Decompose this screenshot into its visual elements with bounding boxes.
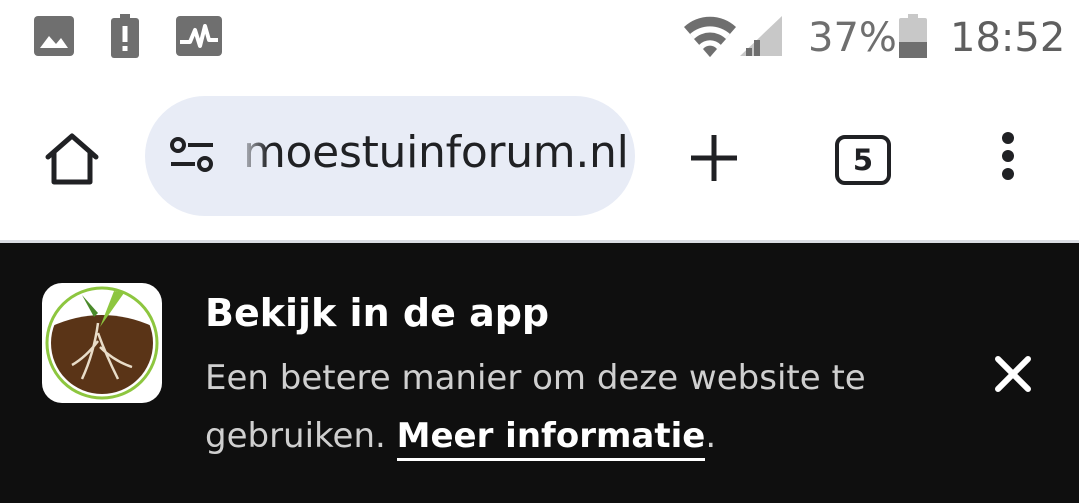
- menu-icon: [1002, 132, 1014, 180]
- status-bar: 37% 18:52: [0, 0, 1079, 78]
- cell-signal-icon: [740, 16, 782, 56]
- banner-title: Bekijk in de app: [205, 291, 550, 335]
- wifi-icon: [684, 16, 736, 57]
- close-icon: [995, 356, 1031, 392]
- open-in-app-banner: Bekijk in de app Een betere manier om de…: [0, 243, 1079, 503]
- clock: 18:52: [950, 15, 1066, 61]
- new-tab-icon: [691, 135, 737, 181]
- menu-button[interactable]: [990, 128, 1026, 184]
- more-info-link[interactable]: Meer informatie: [396, 416, 706, 461]
- address-bar[interactable]: moestuinforum.nl: [145, 96, 635, 216]
- battery-alert-icon: [111, 14, 139, 58]
- new-tab-button[interactable]: [686, 130, 742, 186]
- browser-toolbar: moestuinforum.nl 5: [0, 78, 1079, 240]
- image-notification-icon: [34, 16, 74, 56]
- url-fade: [235, 106, 269, 206]
- app-logo: [42, 283, 162, 403]
- moestuinforum-logo-icon: [45, 286, 159, 400]
- close-banner-button[interactable]: [990, 351, 1036, 397]
- url-text[interactable]: moestuinforum.nl: [243, 127, 629, 178]
- site-settings-icon[interactable]: [169, 136, 215, 176]
- banner-description: Een betere manier om deze website te geb…: [205, 349, 925, 465]
- home-button[interactable]: [40, 128, 104, 190]
- battery-percentage: 37%: [808, 15, 897, 61]
- banner-description-suffix: .: [705, 416, 717, 456]
- home-icon: [45, 133, 99, 185]
- tab-count: 5: [835, 135, 891, 185]
- activity-icon: [176, 16, 222, 56]
- battery-icon: [899, 14, 927, 58]
- tab-switcher-button[interactable]: 5: [830, 130, 896, 190]
